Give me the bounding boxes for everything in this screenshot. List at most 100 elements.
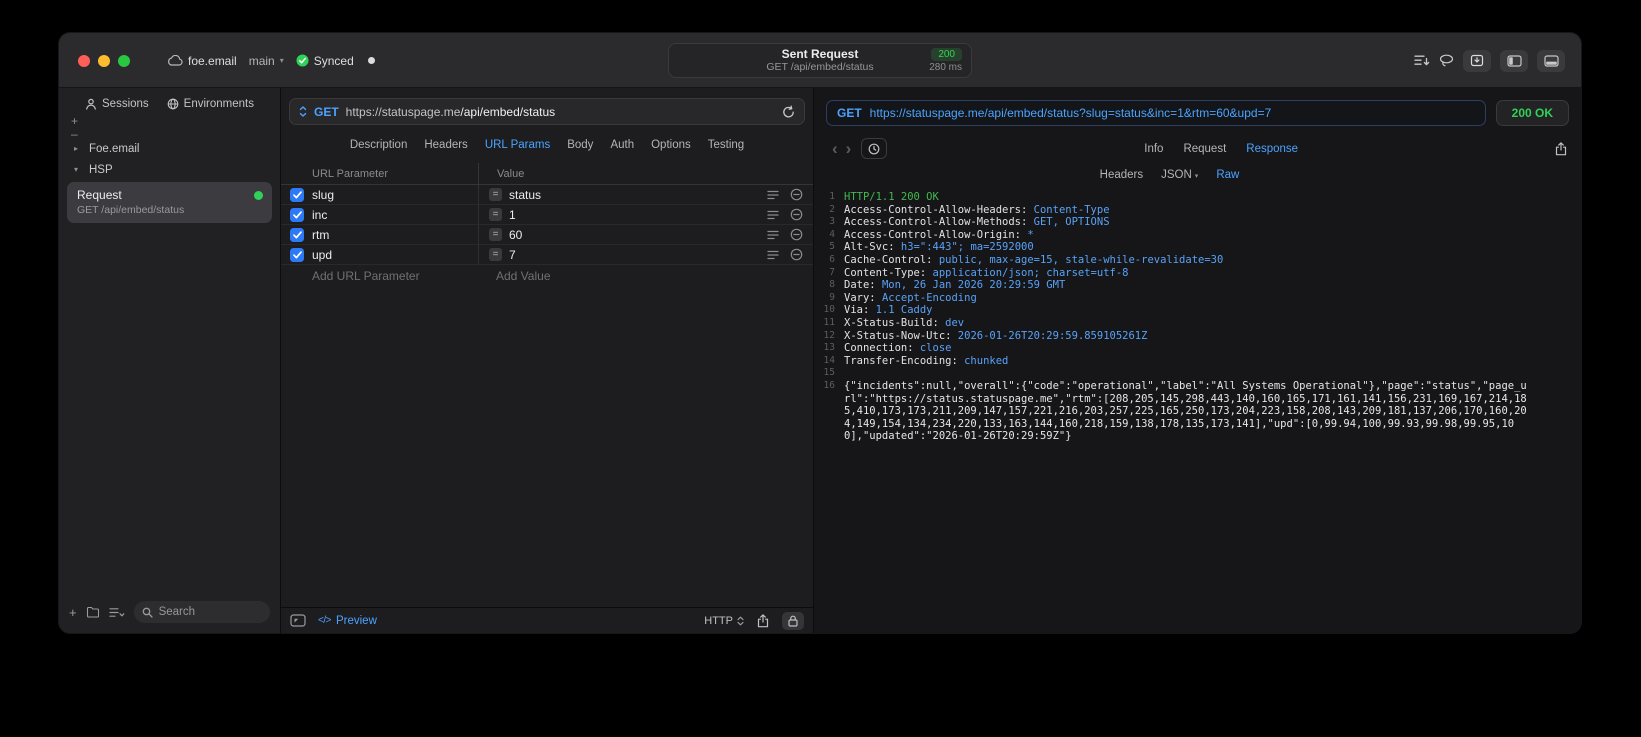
response-line: 6 Cache-Control: public, max-age=15, stal… xyxy=(829,253,1224,266)
import-icon[interactable] xyxy=(1463,49,1491,72)
method-selector-icon[interactable] xyxy=(299,105,307,118)
minimize-window-button[interactable] xyxy=(98,55,110,67)
response-line: 2 Access-Control-Allow-Headers: Content-T… xyxy=(829,203,1110,216)
lock-icon[interactable] xyxy=(782,611,804,630)
equals-icon: = xyxy=(489,188,502,201)
remove-param-icon[interactable] xyxy=(790,228,803,241)
equals-icon: = xyxy=(489,228,502,241)
format-icon[interactable] xyxy=(767,190,779,200)
response-url[interactable]: GET https://statuspage.me/api/embed/stat… xyxy=(826,100,1486,126)
sidebar-tabs: Sessions Environments xyxy=(59,88,280,112)
request-tab-description[interactable]: Description xyxy=(350,139,408,151)
close-window-button[interactable] xyxy=(78,55,90,67)
protocol-selector[interactable]: HTTP xyxy=(704,615,744,627)
lasso-icon[interactable] xyxy=(1439,54,1454,67)
titlebar: foe.email main ▾ Synced Sent Request GET… xyxy=(59,33,1581,88)
param-value[interactable]: 1 xyxy=(509,208,516,222)
toggle-bottom-panel-icon[interactable] xyxy=(1537,49,1565,72)
response-subtab-json[interactable]: JSON ▾ xyxy=(1161,169,1198,181)
param-value[interactable]: status xyxy=(509,188,541,202)
response-line: 12 X-Status-Now-Utc: 2026-01-26T20:29:59.… xyxy=(823,329,1148,342)
param-checkbox[interactable] xyxy=(290,207,304,222)
response-tab-info[interactable]: Info xyxy=(1144,143,1163,155)
param-name[interactable]: slug xyxy=(312,188,478,202)
request-tab-headers[interactable]: Headers xyxy=(424,139,467,151)
param-table-header: URL Parameter Value xyxy=(281,163,813,185)
format-icon[interactable] xyxy=(767,250,779,260)
tree-item-request[interactable]: Request GET /api/embed/status xyxy=(67,182,272,223)
add-url-parameter-field[interactable]: Add URL Parameter xyxy=(281,269,478,283)
request-url[interactable]: https://statuspage.me/api/embed/status xyxy=(346,105,555,119)
collapse-all-icon[interactable]: – xyxy=(71,128,78,140)
project-menu[interactable]: foe.email xyxy=(167,54,237,68)
forward-icon[interactable]: › xyxy=(842,139,856,159)
param-row: rtm = 60 xyxy=(281,225,813,245)
back-icon[interactable]: ‹ xyxy=(828,139,842,159)
request-tab-options[interactable]: Options xyxy=(651,139,691,151)
tab-environments[interactable]: Environments xyxy=(167,98,254,110)
method-label[interactable]: GET xyxy=(314,105,339,119)
response-raw[interactable]: 1 HTTP/1.1 200 OK 2 Access-Control-Allow-He… xyxy=(814,191,1581,633)
sort-icon[interactable] xyxy=(1414,54,1430,67)
search-placeholder: Search xyxy=(158,606,196,618)
tree-item-hsp[interactable]: ▾ HSP xyxy=(67,159,272,180)
response-line: 3 Access-Control-Allow-Methods: GET, OPTI… xyxy=(829,216,1110,229)
cloud-icon xyxy=(167,55,183,66)
sidebar-tree: ▸ Foe.email ▾ HSP Request GET /api/embed… xyxy=(59,138,280,225)
add-value-field[interactable]: Add Value xyxy=(478,269,551,283)
request-item-subtitle: GET /api/embed/status xyxy=(77,204,185,216)
param-name[interactable]: upd xyxy=(312,248,478,262)
add-icon[interactable]: + xyxy=(71,115,78,127)
synced-check-icon xyxy=(296,54,309,67)
request-tabs: Description Headers URL Params Body Auth Opti… xyxy=(281,125,813,163)
search-input[interactable]: Search xyxy=(133,601,270,623)
response-viewer: GET https://statuspage.me/api/embed/stat… xyxy=(814,88,1581,633)
request-tab-url-params[interactable]: URL Params xyxy=(485,139,550,151)
remove-param-icon[interactable] xyxy=(790,188,803,201)
param-value[interactable]: 60 xyxy=(509,228,522,242)
tab-sessions[interactable]: Sessions xyxy=(85,98,149,110)
request-tab-testing[interactable]: Testing xyxy=(708,139,744,151)
remove-param-icon[interactable] xyxy=(790,208,803,221)
param-name[interactable]: rtm xyxy=(312,228,478,242)
param-checkbox[interactable] xyxy=(290,227,304,242)
chevron-down-icon: ▾ xyxy=(1194,173,1199,180)
new-folder-icon[interactable] xyxy=(86,606,100,618)
toggle-sidebar-icon[interactable] xyxy=(1500,49,1528,72)
tree-item-foe-email[interactable]: ▸ Foe.email xyxy=(67,138,272,159)
response-subtab-raw[interactable]: Raw xyxy=(1216,169,1239,181)
remove-param-icon[interactable] xyxy=(790,248,803,261)
param-value[interactable]: 7 xyxy=(509,248,516,262)
response-tab-request[interactable]: Request xyxy=(1183,143,1226,155)
add-request-icon[interactable]: + xyxy=(69,605,77,620)
param-name[interactable]: inc xyxy=(312,208,478,222)
search-icon xyxy=(142,607,153,618)
response-toolbar: ‹ › Info Request Response xyxy=(814,138,1581,159)
expand-editor-icon[interactable] xyxy=(290,614,306,627)
zoom-window-button[interactable] xyxy=(118,55,130,67)
person-icon xyxy=(85,98,97,110)
history-icon[interactable] xyxy=(861,138,888,159)
export-response-icon[interactable] xyxy=(1555,141,1567,156)
branch-selector[interactable]: main ▾ xyxy=(249,54,284,68)
sync-label: Synced xyxy=(313,53,354,68)
response-tab-response[interactable]: Response xyxy=(1246,143,1298,155)
sort-list-icon[interactable] xyxy=(108,607,125,618)
param-checkbox[interactable] xyxy=(290,187,304,202)
sync-status[interactable]: Synced xyxy=(296,54,354,68)
resend-icon[interactable] xyxy=(782,105,795,119)
request-tab-auth[interactable]: Auth xyxy=(610,139,634,151)
request-summary-pill[interactable]: Sent Request GET /api/embed/status 200 2… xyxy=(668,43,972,78)
status-code-badge: 200 xyxy=(931,48,962,61)
request-editor: GET https://statuspage.me/api/embed/stat… xyxy=(281,88,814,633)
response-line: 16 {"incidents":null,"overall":{"code":"o… xyxy=(823,379,1527,443)
response-subtab-headers[interactable]: Headers xyxy=(1100,169,1143,181)
format-icon[interactable] xyxy=(767,230,779,240)
request-tab-body[interactable]: Body xyxy=(567,139,593,151)
column-url-parameter: URL Parameter xyxy=(312,167,389,180)
share-icon[interactable] xyxy=(757,613,769,628)
request-url-bar[interactable]: GET https://statuspage.me/api/embed/stat… xyxy=(289,98,805,125)
preview-button[interactable]: </> Preview xyxy=(318,615,377,627)
param-checkbox[interactable] xyxy=(290,247,304,262)
format-icon[interactable] xyxy=(767,210,779,220)
